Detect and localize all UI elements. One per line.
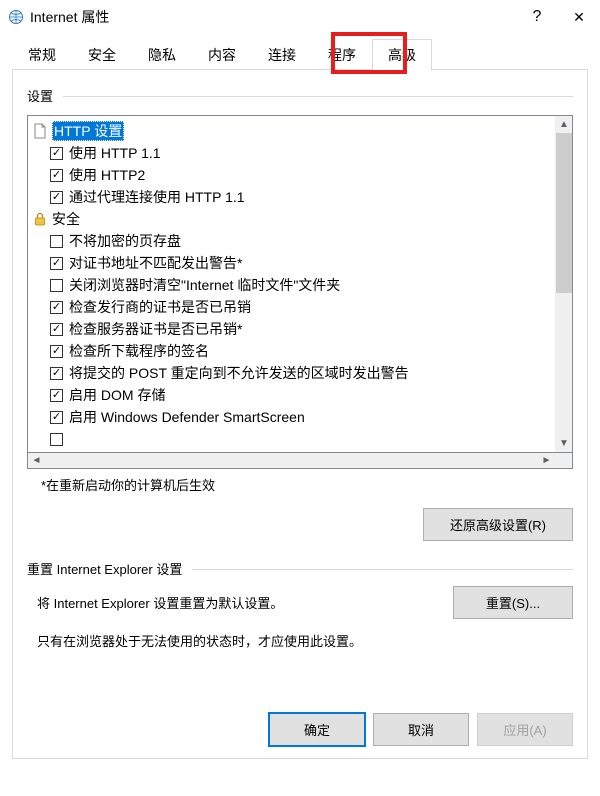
tree-item-label: 关闭浏览器时清空"Internet 临时文件"文件夹 (69, 275, 340, 295)
checkbox[interactable] (50, 433, 63, 446)
tree-item-label: 使用 HTTP 1.1 (69, 143, 161, 163)
ok-button[interactable]: 确定 (269, 713, 365, 746)
settings-tree[interactable]: HTTP 设置 使用 HTTP 1.1使用 HTTP2通过代理连接使用 HTTP… (27, 115, 573, 453)
checkbox[interactable] (50, 389, 63, 402)
tab-strip: 常规 安全 隐私 内容 连接 程序 高级 (12, 38, 588, 70)
tree-item-label: 不将加密的页存盘 (69, 231, 181, 251)
checkbox[interactable] (50, 169, 63, 182)
tree-item-label: 检查发行商的证书是否已吊销 (69, 297, 251, 317)
reset-hint: 只有在浏览器处于无法使用的状态时，才应使用此设置。 (27, 631, 573, 650)
tab-panel-advanced: 设置 HTTP 设置 使用 HTTP 1.1使用 HTTP2通过代理连接使用 H… (12, 69, 588, 759)
checkbox[interactable] (50, 345, 63, 358)
tree-item[interactable] (32, 428, 555, 450)
checkbox[interactable] (50, 191, 63, 204)
checkbox[interactable] (50, 323, 63, 336)
tree-item[interactable]: 检查服务器证书是否已吊销* (32, 318, 555, 340)
tab-advanced[interactable]: 高级 (372, 39, 432, 71)
tree-item-label: 检查所下载程序的签名 (69, 341, 209, 361)
horizontal-scrollbar[interactable]: ◄ ► (27, 452, 573, 469)
tree-item-label: 将提交的 POST 重定向到不允许发送的区域时发出警告 (69, 363, 409, 383)
reset-button[interactable]: 重置(S)... (453, 586, 573, 619)
scroll-thumb[interactable] (556, 133, 572, 293)
tree-item[interactable]: 对证书地址不匹配发出警告* (32, 252, 555, 274)
close-button[interactable]: ✕ (558, 0, 600, 34)
reset-group-label: 重置 Internet Explorer 设置 (27, 559, 573, 578)
tree-item-label: 使用 HTTP2 (69, 165, 145, 185)
restore-advanced-button[interactable]: 还原高级设置(R) (423, 508, 573, 541)
globe-icon (8, 9, 24, 25)
apply-button[interactable]: 应用(A) (477, 713, 573, 746)
checkbox[interactable] (50, 147, 63, 160)
cancel-button[interactable]: 取消 (373, 713, 469, 746)
tree-item[interactable]: 将提交的 POST 重定向到不允许发送的区域时发出警告 (32, 362, 555, 384)
tab-programs[interactable]: 程序 (312, 39, 372, 71)
tree-item[interactable]: 不将加密的页存盘 (32, 230, 555, 252)
tab-security[interactable]: 安全 (72, 39, 132, 71)
checkbox[interactable] (50, 411, 63, 424)
checkbox[interactable] (50, 367, 63, 380)
tree-item-label: 启用 DOM 存储 (69, 385, 165, 405)
tree-item[interactable]: 启用 DOM 存储 (32, 384, 555, 406)
tree-item-label: 检查服务器证书是否已吊销* (69, 319, 242, 339)
tree-item[interactable]: 启用 Windows Defender SmartScreen (32, 406, 555, 428)
tree-section-http-label: HTTP 设置 (52, 121, 124, 141)
tree-section-security[interactable]: 安全 (32, 208, 555, 230)
tree-item[interactable]: 检查所下载程序的签名 (32, 340, 555, 362)
tree-item[interactable]: 通过代理连接使用 HTTP 1.1 (32, 186, 555, 208)
tree-item-label: 通过代理连接使用 HTTP 1.1 (69, 187, 245, 207)
tree-item-label: 对证书地址不匹配发出警告* (69, 253, 242, 273)
tab-general[interactable]: 常规 (12, 39, 72, 71)
reset-description: 将 Internet Explorer 设置重置为默认设置。 (27, 593, 453, 612)
scroll-left-icon[interactable]: ◄ (28, 452, 45, 468)
lock-icon (32, 211, 48, 227)
tree-item[interactable]: 使用 HTTP 1.1 (32, 142, 555, 164)
tab-connections[interactable]: 连接 (252, 39, 312, 71)
vertical-scrollbar[interactable]: ▲ ▼ (555, 116, 572, 452)
tree-section-security-label: 安全 (52, 209, 80, 229)
tree-item[interactable]: 关闭浏览器时清空"Internet 临时文件"文件夹 (32, 274, 555, 296)
document-icon (32, 123, 48, 139)
tree-item[interactable]: 使用 HTTP2 (32, 164, 555, 186)
checkbox[interactable] (50, 279, 63, 292)
help-button[interactable]: ? (516, 0, 558, 34)
tab-privacy[interactable]: 隐私 (132, 39, 192, 71)
window-title: Internet 属性 (30, 7, 516, 27)
tree-section-http[interactable]: HTTP 设置 (32, 120, 555, 142)
settings-group-label: 设置 (27, 86, 573, 105)
scroll-down-icon[interactable]: ▼ (556, 435, 572, 452)
tab-content[interactable]: 内容 (192, 39, 252, 71)
checkbox[interactable] (50, 235, 63, 248)
restart-note: *在重新启动你的计算机后生效 (41, 475, 573, 494)
checkbox[interactable] (50, 257, 63, 270)
scroll-up-icon[interactable]: ▲ (556, 116, 572, 133)
scroll-right-icon[interactable]: ► (538, 452, 555, 468)
tree-item[interactable]: 检查发行商的证书是否已吊销 (32, 296, 555, 318)
checkbox[interactable] (50, 301, 63, 314)
tree-item-label: 启用 Windows Defender SmartScreen (69, 407, 305, 427)
dialog-footer: 确定 取消 应用(A) (13, 703, 587, 758)
